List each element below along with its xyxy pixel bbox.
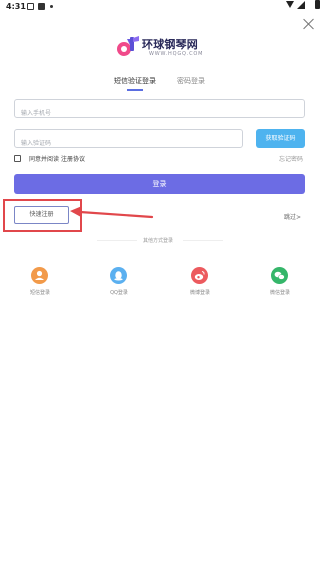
qq-icon[interactable]: [110, 267, 127, 284]
quick-register-button[interactable]: 快速注册: [14, 206, 69, 224]
weibo-icon[interactable]: [191, 267, 208, 284]
active-tab-indicator: [127, 89, 143, 91]
phone-field[interactable]: [14, 99, 305, 122]
logo: 环球钢琴网 WWW.HQGQ.COM: [115, 33, 215, 61]
wechat-login-label: 微信登录: [269, 290, 290, 296]
agree-checkbox[interactable]: [14, 155, 21, 162]
signal-icon: [297, 1, 305, 9]
get-code-button[interactable]: 获取验证码: [256, 129, 305, 148]
forgot-password-link[interactable]: 忘记密码: [279, 154, 303, 163]
wechat-icon[interactable]: [271, 267, 288, 284]
other-methods-label: 其他方式登录: [143, 238, 174, 244]
battery-icon: [315, 0, 320, 9]
qq-login-option[interactable]: QQ登录: [99, 267, 139, 301]
close-icon[interactable]: [303, 18, 315, 30]
annotation-arrow-icon: [70, 206, 154, 219]
weibo-login-option[interactable]: 微博登录: [180, 267, 220, 301]
tab-sms-login[interactable]: 短信验证登录: [114, 76, 156, 86]
sms-login-option[interactable]: 短信登录: [20, 267, 60, 301]
wifi-icon: [286, 1, 294, 8]
notification-dot-icon: [50, 5, 53, 8]
notification-icon: [27, 3, 34, 10]
code-field[interactable]: [14, 129, 243, 152]
status-time: 4:31: [6, 2, 26, 11]
image-notification-icon: [38, 3, 45, 10]
qq-login-label: QQ登录: [110, 290, 128, 296]
login-button[interactable]: 登录: [14, 174, 305, 194]
status-bar: 4:31: [0, 0, 320, 14]
verification-code-input[interactable]: [15, 135, 242, 152]
logo-mark-icon: [117, 36, 139, 56]
logo-name: 环球钢琴网: [142, 38, 198, 51]
weibo-login-label: 微博登录: [189, 290, 210, 296]
tab-password-login[interactable]: 密码登录: [177, 76, 205, 86]
sms-login-label: 短信登录: [29, 290, 50, 296]
person-icon[interactable]: [31, 267, 48, 284]
phone-input[interactable]: [15, 105, 304, 122]
login-tabs: 短信验证登录 密码登录: [0, 76, 320, 96]
agree-text: 同意并阅读: [29, 156, 60, 163]
skip-link[interactable]: 跳过>: [284, 212, 301, 221]
wechat-login-option[interactable]: 微信登录: [260, 267, 300, 301]
logo-url: WWW.HQGQ.COM: [149, 51, 204, 57]
agreement-link[interactable]: 注册协议: [61, 154, 85, 163]
divider-right: [183, 240, 223, 241]
divider-left: [97, 240, 137, 241]
